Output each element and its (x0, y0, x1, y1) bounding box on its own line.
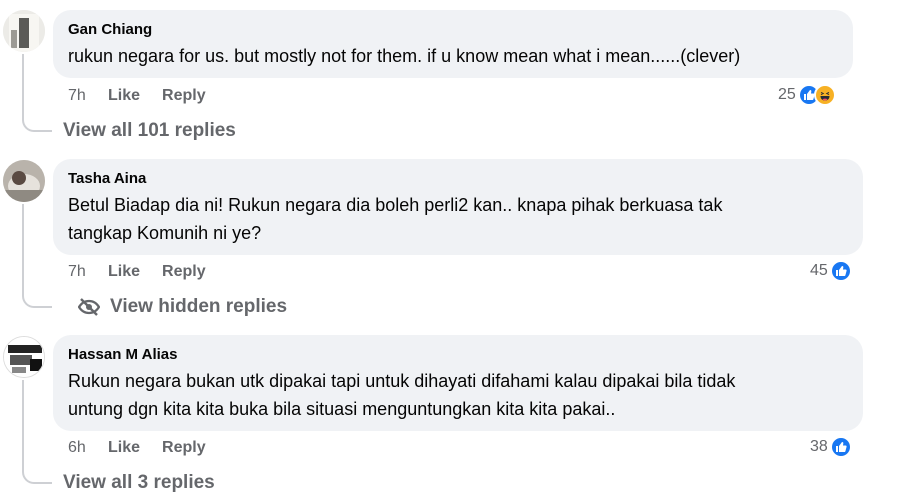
reaction-count: 45 (810, 262, 828, 279)
view-replies-label: View all 101 replies (63, 120, 236, 141)
comment-time[interactable]: 7h (68, 263, 108, 281)
like-button[interactable]: Like (108, 87, 140, 105)
comment-author[interactable]: Gan Chiang (68, 20, 837, 40)
avatar[interactable] (3, 160, 45, 202)
avatar[interactable] (3, 10, 45, 52)
thread-curve-3 (22, 470, 52, 484)
reply-button[interactable]: Reply (162, 87, 206, 105)
hidden-eye-icon (78, 298, 100, 316)
avatar[interactable] (3, 336, 45, 378)
comment-text-line: untung dgn kita kita buka bila situasi m… (68, 399, 616, 419)
comment-actions: 7h Like Reply (68, 261, 228, 283)
thread-curve-2 (22, 294, 52, 308)
view-hidden-replies-label: View hidden replies (110, 296, 288, 317)
comment-author[interactable]: Hassan M Alias (68, 345, 847, 365)
comment-text-line: Rukun negara bukan utk dipakai tapi untu… (68, 371, 736, 391)
reply-button[interactable]: Reply (162, 439, 206, 457)
reaction-count: 38 (810, 438, 828, 455)
comment-bubble: Gan Chiang rukun negara for us. but most… (53, 10, 853, 78)
reaction-summary[interactable]: 25 (778, 83, 836, 107)
view-replies-label: View all 3 replies (63, 472, 215, 493)
view-hidden-replies-link[interactable]: View hidden replies (78, 296, 287, 318)
thread-line-2 (22, 204, 24, 294)
comment-text-line: tangkap Komunih ni ye? (68, 223, 262, 243)
thread-curve-1 (22, 118, 52, 132)
view-replies-link[interactable]: View all 3 replies (63, 472, 215, 494)
reply-button[interactable]: Reply (162, 263, 206, 281)
thread-line-3 (22, 380, 24, 470)
comment-actions: 6h Like Reply (68, 437, 228, 459)
like-button[interactable]: Like (108, 263, 140, 281)
thread-line-1 (22, 54, 24, 118)
comment-author[interactable]: Tasha Aina (68, 169, 847, 189)
reaction-summary[interactable]: 45 (810, 259, 852, 283)
comment-bubble: Hassan M Alias Rukun negara bukan utk di… (53, 335, 863, 431)
comment-text: rukun negara for us. but mostly not for … (68, 46, 741, 66)
haha-icon (813, 84, 836, 106)
like-button[interactable]: Like (108, 439, 140, 457)
like-icon (829, 260, 852, 282)
comment-text-line: Betul Biadap dia ni! Rukun negara dia bo… (68, 195, 723, 215)
reaction-count: 25 (778, 86, 796, 103)
reaction-summary[interactable]: 38 (810, 435, 852, 459)
comment-time[interactable]: 6h (68, 439, 108, 457)
comment-time[interactable]: 7h (68, 87, 108, 105)
comment-bubble: Tasha Aina Betul Biadap dia ni! Rukun ne… (53, 159, 863, 255)
view-replies-link[interactable]: View all 101 replies (63, 120, 236, 142)
comment-actions: 7h Like Reply (68, 85, 228, 107)
like-icon (829, 436, 852, 458)
